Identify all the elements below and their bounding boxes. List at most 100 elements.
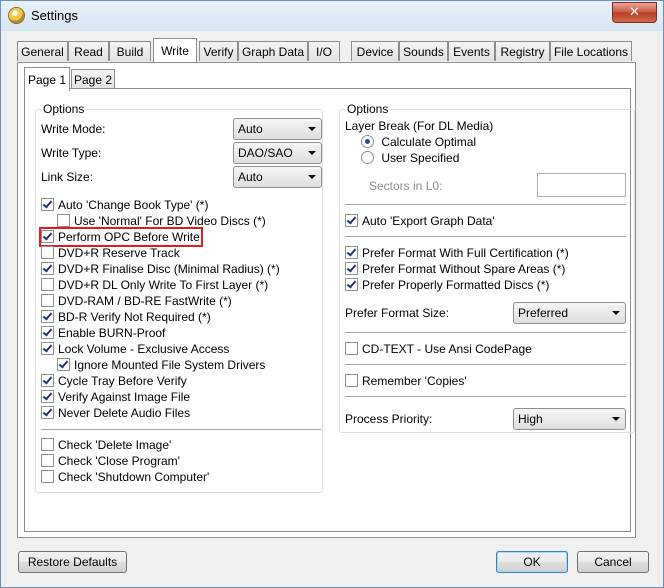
priority-select[interactable]: High xyxy=(513,408,626,430)
check-label: DVD+R Finalise Disc (Minimal Radius) (*) xyxy=(58,262,280,276)
checkbox[interactable] xyxy=(41,438,54,451)
checkbox[interactable] xyxy=(41,454,54,467)
checkbox[interactable] xyxy=(41,390,54,403)
checkbox[interactable] xyxy=(57,214,70,227)
checkbox[interactable] xyxy=(345,374,358,387)
check-label: Ignore Mounted File System Drivers xyxy=(74,358,266,372)
window-title: Settings xyxy=(31,8,78,23)
checkbox[interactable] xyxy=(345,342,358,355)
check-dvdr-finalise[interactable]: DVD+R Finalise Disc (Minimal Radius) (*) xyxy=(41,262,280,276)
check-delete-image[interactable]: Check 'Delete Image' xyxy=(41,438,171,452)
check-prefer-full-cert[interactable]: Prefer Format With Full Certification (*… xyxy=(345,246,569,260)
check-cdtext-ansi[interactable]: CD-TEXT - Use Ansi CodePage xyxy=(345,342,532,356)
layer-break-label: Layer Break (For DL Media) xyxy=(345,119,494,133)
checkbox[interactable] xyxy=(41,278,54,291)
check-label: Lock Volume - Exclusive Access xyxy=(58,342,230,356)
radio-user-specified[interactable]: User Specified xyxy=(361,151,459,165)
checkbox[interactable] xyxy=(41,262,54,275)
check-label: Never Delete Audio Files xyxy=(58,406,191,420)
write-mode-select[interactable]: Auto xyxy=(233,118,322,140)
left-options-title: Options xyxy=(41,102,87,116)
write-mode-label: Write Mode: xyxy=(41,122,106,136)
check-dvdr-reserve-track[interactable]: DVD+R Reserve Track xyxy=(41,246,180,260)
check-label: Check 'Delete Image' xyxy=(58,438,172,452)
check-label: DVD+R Reserve Track xyxy=(58,246,180,260)
checkbox[interactable] xyxy=(41,470,54,483)
tab-file-locations[interactable]: File Locations xyxy=(550,41,632,61)
check-label: BD-R Verify Not Required (*) xyxy=(58,310,211,324)
subtab-page-1[interactable]: Page 1 xyxy=(24,67,70,91)
check-lock-volume[interactable]: Lock Volume - Exclusive Access xyxy=(41,342,229,356)
tab-verify[interactable]: Verify xyxy=(199,41,238,61)
tab-general[interactable]: General xyxy=(17,41,68,61)
check-use-normal-bd[interactable]: Use 'Normal' For BD Video Discs (*) xyxy=(57,214,266,228)
check-shutdown-computer[interactable]: Check 'Shutdown Computer' xyxy=(41,470,209,484)
check-prefer-no-spare[interactable]: Prefer Format Without Spare Areas (*) xyxy=(345,262,565,276)
check-auto-change-book-type[interactable]: Auto 'Change Book Type' (*) xyxy=(41,198,208,212)
tab-write[interactable]: Write xyxy=(153,38,197,62)
tab-read[interactable]: Read xyxy=(68,41,109,61)
write-type-label: Write Type: xyxy=(41,146,102,160)
checkbox[interactable] xyxy=(41,326,54,339)
checkbox[interactable] xyxy=(41,374,54,387)
tab-device[interactable]: Device xyxy=(351,41,399,61)
restore-defaults-button[interactable]: Restore Defaults xyxy=(18,551,127,573)
check-remember-copies[interactable]: Remember 'Copies' xyxy=(345,374,467,388)
sectors-input[interactable] xyxy=(537,173,626,197)
right-separator-2 xyxy=(345,236,626,237)
tab-events[interactable]: Events xyxy=(448,41,495,61)
prefer-size-select[interactable]: Preferred xyxy=(513,302,626,324)
link-size-select[interactable]: Auto xyxy=(233,166,322,188)
radio-button[interactable] xyxy=(361,151,374,164)
chevron-down-icon xyxy=(308,175,316,179)
check-label: DVD+R DL Only Write To First Layer (*) xyxy=(58,278,269,292)
checkbox[interactable] xyxy=(41,406,54,419)
checkbox[interactable] xyxy=(41,246,54,259)
check-ignore-mounted-fs[interactable]: Ignore Mounted File System Drivers xyxy=(57,358,265,372)
write-type-select[interactable]: DAO/SAO xyxy=(233,142,322,164)
right-separator-1 xyxy=(345,204,626,205)
right-options-title: Options xyxy=(345,102,391,116)
check-close-program[interactable]: Check 'Close Program' xyxy=(41,454,180,468)
check-prefer-proper[interactable]: Prefer Properly Formatted Discs (*) xyxy=(345,278,549,292)
write-type-value: DAO/SAO xyxy=(238,146,293,160)
checkbox[interactable] xyxy=(345,214,358,227)
checkbox[interactable] xyxy=(41,310,54,323)
prefer-size-label: Prefer Format Size: xyxy=(345,306,450,320)
sectors-label: Sectors in L0: xyxy=(369,179,443,193)
tab-registry[interactable]: Registry xyxy=(495,41,550,61)
left-separator xyxy=(41,429,321,430)
checkbox[interactable] xyxy=(41,342,54,355)
check-cycle-tray[interactable]: Cycle Tray Before Verify xyxy=(41,374,187,388)
tab-io[interactable]: I/O xyxy=(308,41,340,61)
check-auto-export-graph[interactable]: Auto 'Export Graph Data' xyxy=(345,214,495,228)
check-never-delete-audio[interactable]: Never Delete Audio Files xyxy=(41,406,190,420)
checkbox[interactable] xyxy=(345,278,358,291)
checkbox[interactable] xyxy=(345,246,358,259)
check-label: Check 'Close Program' xyxy=(58,454,180,468)
radio-button[interactable] xyxy=(361,135,374,148)
ok-button[interactable]: OK xyxy=(496,551,568,573)
check-verify-image[interactable]: Verify Against Image File xyxy=(41,390,190,404)
subtab-page-2[interactable]: Page 2 xyxy=(71,69,115,89)
check-dvdr-dl-first-layer[interactable]: DVD+R DL Only Write To First Layer (*) xyxy=(41,278,268,292)
right-separator-4 xyxy=(345,364,626,365)
tab-sounds[interactable]: Sounds xyxy=(399,41,448,61)
checkbox[interactable] xyxy=(41,294,54,307)
close-button[interactable]: ✕ xyxy=(612,2,657,23)
checkbox[interactable] xyxy=(57,358,70,371)
priority-label: Process Priority: xyxy=(345,412,433,426)
tab-graph-data[interactable]: Graph Data xyxy=(238,41,308,61)
check-dvdram-fastwrite[interactable]: DVD-RAM / BD-RE FastWrite (*) xyxy=(41,294,232,308)
check-bdr-verify[interactable]: BD-R Verify Not Required (*) xyxy=(41,310,211,324)
cancel-button[interactable]: Cancel xyxy=(577,551,649,573)
check-burn-proof[interactable]: Enable BURN-Proof xyxy=(41,326,165,340)
radio-calculate-optimal[interactable]: Calculate Optimal xyxy=(361,135,476,149)
check-label: Use 'Normal' For BD Video Discs (*) xyxy=(74,214,266,228)
tab-build[interactable]: Build xyxy=(109,41,151,61)
check-label: Cycle Tray Before Verify xyxy=(58,374,187,388)
checkbox[interactable] xyxy=(345,262,358,275)
checkbox[interactable] xyxy=(41,198,54,211)
page-1-panel: Options Write Mode: Auto Write Type: DAO… xyxy=(24,88,635,532)
chevron-down-icon xyxy=(612,311,620,315)
